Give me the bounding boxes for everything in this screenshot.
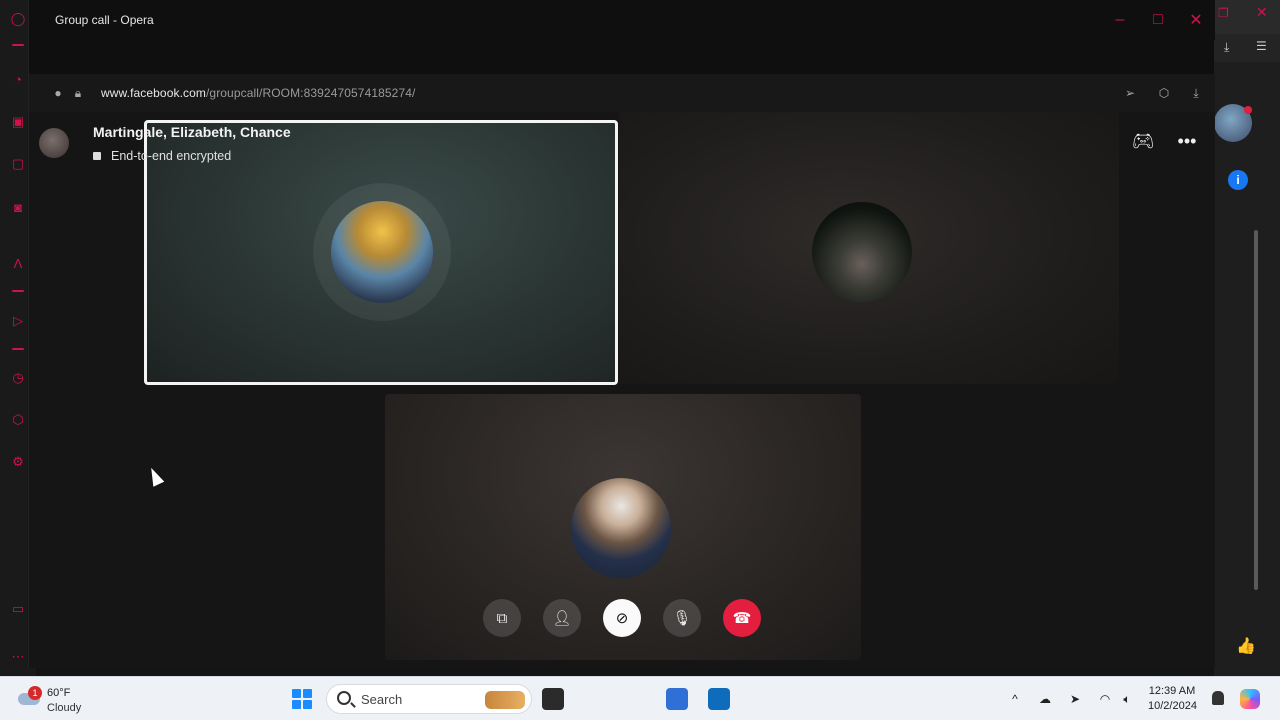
outlook-icon[interactable] xyxy=(708,688,730,710)
search-icon xyxy=(337,691,351,705)
url-domain: www.facebook.com xyxy=(101,86,206,100)
gamepad-icon[interactable]: 🎮︎ xyxy=(1129,130,1157,152)
send-icon[interactable]: ➢ xyxy=(1121,84,1139,102)
search-highlight-icon xyxy=(485,691,525,709)
desktop-screen: ◯ ◔ ▣ ▢ ◙ Λ ▷ ◷ ⬡ ⚙ ▭ ⋯ ❐ ✕ ⤓ ☰ i 👍 Grou… xyxy=(0,0,1280,720)
weather-widget[interactable]: 1 60°F Cloudy xyxy=(16,683,96,715)
hang-up-icon: ☎︎ xyxy=(732,610,752,627)
address-bar[interactable]: ● 🔒︎ www.facebook.com/groupcall/ROOM:839… xyxy=(29,74,1215,112)
info-icon[interactable]: i xyxy=(1228,170,1248,190)
system-clock[interactable]: 12:39 AM 10/2/2024 xyxy=(1148,684,1197,714)
chevron-up-icon[interactable]: ^ xyxy=(1006,690,1024,708)
notification-dot xyxy=(1244,106,1252,114)
player-icon[interactable]: ▷ xyxy=(9,312,27,330)
lock-icon[interactable]: 🔒︎ xyxy=(69,84,87,102)
notification-bell-icon[interactable] xyxy=(1212,691,1224,705)
participant-avatar xyxy=(331,201,433,303)
encryption-label: End-to-end encrypted xyxy=(111,149,232,163)
location-icon[interactable]: ➤ xyxy=(1066,690,1084,708)
encryption-status: End-to-end encrypted xyxy=(93,149,231,163)
history-icon[interactable]: ◷ xyxy=(9,369,27,387)
cube-icon[interactable]: ⬡ xyxy=(1155,84,1173,102)
store-icon[interactable] xyxy=(666,688,688,710)
background-page: ❐ ✕ ⤓ ☰ i 👍 xyxy=(1214,0,1280,676)
clock-date: 10/2/2024 xyxy=(1148,700,1197,712)
speed-dial-icon[interactable]: ◔ xyxy=(9,70,27,88)
background-tabbar: ❐ ✕ xyxy=(1214,0,1280,34)
url-text[interactable]: www.facebook.com/groupcall/ROOM:83924705… xyxy=(101,86,415,100)
sidebar-divider xyxy=(12,44,24,46)
camera-toggle-button[interactable]: ⊘ xyxy=(603,599,641,637)
scrollbar-thumb[interactable] xyxy=(1254,230,1258,590)
camera-off-icon: ⊘ xyxy=(615,610,629,627)
snapshot-icon[interactable]: ▭ xyxy=(9,600,27,618)
window-titlebar: Group call - Opera – □ ✕ xyxy=(29,0,1215,40)
taskbar-search[interactable]: Search xyxy=(326,684,532,714)
weather-condition: Cloudy xyxy=(47,702,82,714)
onedrive-icon[interactable]: ☁ xyxy=(1036,690,1054,708)
window-title: Group call - Opera xyxy=(55,13,154,27)
volume-icon[interactable]: 🔈︎ xyxy=(1118,690,1136,708)
participant-tile[interactable] xyxy=(619,112,1119,384)
settings-icon[interactable]: ⚙ xyxy=(9,453,27,471)
share-screen-button[interactable]: ⧉ xyxy=(483,599,521,637)
clock-time: 12:39 AM xyxy=(1148,685,1196,697)
participant-avatar xyxy=(812,202,912,302)
lock-icon xyxy=(93,152,101,160)
microphone-icon: 🎙︎ xyxy=(672,610,692,627)
close-window-icon[interactable]: ✕ xyxy=(1185,9,1207,31)
search-placeholder: Search xyxy=(361,692,403,707)
bag-icon[interactable]: ▣ xyxy=(9,113,27,131)
background-toolbar: ⤓ ☰ xyxy=(1214,34,1280,62)
instagram-icon[interactable]: ◙ xyxy=(9,198,27,216)
share-screen-icon: ⧉ xyxy=(496,609,508,627)
weather-temp: 60°F xyxy=(47,687,71,699)
notification-badge: 1 xyxy=(28,686,42,700)
url-path: /groupcall/ROOM:8392470574185274/ xyxy=(205,86,416,100)
microphone-permission-icon[interactable]: ● xyxy=(49,84,67,102)
add-person-icon: 👤︎ xyxy=(552,610,572,627)
close-icon[interactable]: ✕ xyxy=(1256,4,1268,21)
call-area: Martingale, Elizabeth, Chance End-to-end… xyxy=(29,112,1215,668)
call-controls: ⧉ 👤︎ ⊘ 🎙︎ ☎︎ xyxy=(483,599,773,639)
copilot-icon[interactable] xyxy=(1240,689,1260,709)
end-call-button[interactable]: ☎︎ xyxy=(723,599,761,637)
download-icon[interactable]: ⤓ xyxy=(1187,84,1205,102)
extensions-icon[interactable]: ⬡ xyxy=(9,411,27,429)
twitch-icon[interactable]: ▢ xyxy=(9,155,27,173)
restore-icon[interactable]: ❐ xyxy=(1218,6,1229,20)
task-view-icon[interactable] xyxy=(542,688,564,710)
participants-title: Martingale, Elizabeth, Chance xyxy=(93,124,291,140)
aria-icon[interactable]: Λ xyxy=(9,254,27,272)
download-icon[interactable]: ⤓ xyxy=(1224,40,1229,55)
windows-taskbar: 1 60°F Cloudy Search ^ ☁ ➤ ◠ 🔈︎ 12:39 AM… xyxy=(0,676,1280,720)
add-people-button[interactable]: 👤︎ xyxy=(543,599,581,637)
start-button[interactable] xyxy=(292,689,312,709)
more-options-icon[interactable]: ••• xyxy=(1173,130,1201,152)
group-call-window: Group call - Opera – □ ✕ ● 🔒︎ www.facebo… xyxy=(28,0,1215,668)
group-avatar xyxy=(39,128,69,158)
easy-setup-icon[interactable]: ☰ xyxy=(1256,39,1267,53)
sidebar-divider xyxy=(12,290,24,292)
wifi-icon[interactable]: ◠ xyxy=(1096,690,1114,708)
opera-logo-icon[interactable]: ◯ xyxy=(9,10,27,28)
minimize-icon[interactable]: – xyxy=(1109,9,1131,31)
microphone-button[interactable]: 🎙︎ xyxy=(663,599,701,637)
maximize-icon[interactable]: □ xyxy=(1147,9,1169,31)
self-avatar xyxy=(571,478,671,578)
more-icon[interactable]: ⋯ xyxy=(9,648,27,666)
sidebar-divider xyxy=(12,348,24,350)
like-icon[interactable]: 👍 xyxy=(1236,636,1256,656)
